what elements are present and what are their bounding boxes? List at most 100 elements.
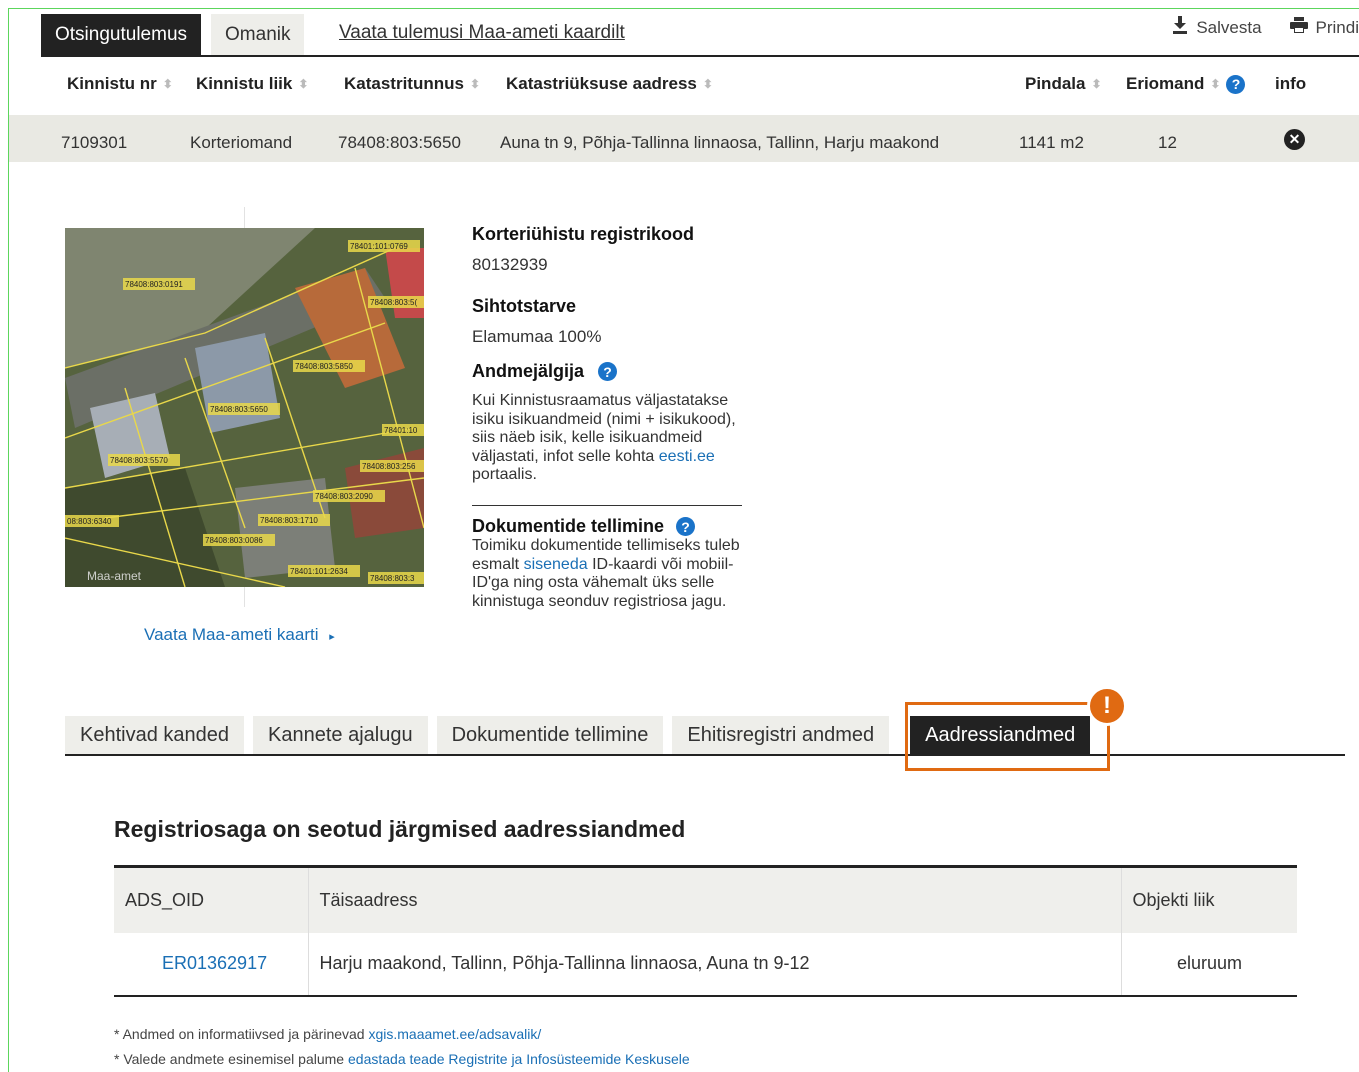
map-parcel-label: 78401:10 — [382, 424, 424, 436]
table-header-row: ADS_OID Täisaadress Objekti liik — [114, 866, 1297, 933]
purpose-value: Elamumaa 100% — [472, 327, 602, 346]
tab-search-results[interactable]: Otsingutulemus — [41, 14, 202, 55]
col-header-ads-oid: ADS_OID — [114, 866, 309, 933]
divider — [472, 505, 742, 506]
printer-icon — [1289, 17, 1308, 38]
svg-text:78408:803:1710: 78408:803:1710 — [260, 516, 318, 525]
cell-area: 1141 m2 — [1019, 133, 1084, 152]
cadastral-map-image[interactable]: 78401:101:0769 78408:803:0191 78408:803:… — [65, 228, 424, 587]
ads-oid-link[interactable]: ER01362917 — [114, 932, 309, 996]
svg-text:78408:803:2090: 78408:803:2090 — [315, 492, 373, 501]
close-icon[interactable]: ✕ — [1284, 129, 1305, 150]
sort-icon: ⬍ — [1091, 77, 1102, 91]
tabs-divider — [65, 754, 1345, 756]
tab-building-register[interactable]: Ehitisregistri andmed — [672, 716, 890, 754]
map-parcel-label: 78408:803:2090 — [313, 490, 385, 502]
reg-code-heading: Korteriühistu registrikood — [472, 224, 695, 244]
tab-current-entries[interactable]: Kehtivad kanded — [65, 716, 245, 754]
map-parcel-label: 78408:803:5( — [368, 296, 424, 308]
login-link[interactable]: siseneda — [524, 556, 588, 573]
svg-text:78408:803:5850: 78408:803:5850 — [295, 362, 353, 371]
cell-cadastral: 78408:803:5650 — [338, 133, 461, 152]
cell-nr: 7109301 — [61, 133, 128, 152]
col-header-type[interactable]: Kinnistu liik ⬍ — [196, 74, 308, 94]
top-divider — [41, 55, 1359, 57]
help-icon[interactable]: ? — [676, 517, 696, 536]
arrow-right-icon: ▸ — [329, 631, 335, 643]
sort-icon: ⬍ — [1210, 77, 1221, 91]
top-tabs: Otsingutulemus Omanik — [41, 14, 305, 55]
cell-share: 12 — [1158, 133, 1177, 152]
col-header-type-label: Kinnistu liik — [196, 74, 293, 93]
svg-text:78401:101:0769: 78401:101:0769 — [350, 242, 408, 251]
tab-owner[interactable]: Omanik — [211, 14, 305, 55]
tab-entries-history[interactable]: Kannete ajalugu — [253, 716, 428, 754]
col-header-area[interactable]: Pindala ⬍ — [1025, 74, 1102, 94]
col-header-share[interactable]: Eriomand ⬍? — [1126, 74, 1246, 94]
map-watermark: Maa-amet — [87, 569, 142, 583]
svg-text:78408:803:5570: 78408:803:5570 — [110, 456, 168, 465]
sort-icon: ⬍ — [162, 77, 173, 91]
print-button[interactable]: Prindi — [1289, 16, 1359, 39]
help-icon[interactable]: ? — [1226, 74, 1246, 94]
sort-icon: ⬍ — [702, 77, 713, 91]
docs-heading-row: Dokumentide tellimine ? — [472, 516, 696, 537]
help-icon[interactable]: ? — [598, 362, 618, 381]
tracker-text-2: portaalis. — [472, 466, 537, 483]
map-parcel-label: 78408:803:3 — [368, 572, 424, 584]
svg-text:78408:803:0191: 78408:803:0191 — [125, 280, 183, 289]
svg-text:08:803:6340: 08:803:6340 — [67, 517, 112, 526]
map-parcel-label: 78401:101:0769 — [348, 240, 420, 252]
top-actions: Salvesta Prindi — [1172, 16, 1359, 39]
footnote-2: * Valede andmete esinemisel palume edast… — [114, 1051, 690, 1067]
tracker-text: Kui Kinnistusraamatus väljastatakse isik… — [472, 392, 747, 485]
tab-document-ordering[interactable]: Dokumentide tellimine — [436, 716, 664, 754]
map-parcel-label: 08:803:6340 — [65, 515, 119, 527]
col-header-cadastral-label: Katastritunnus — [344, 74, 464, 93]
map-parcel-label: 78401:101:2634 — [288, 565, 360, 577]
sort-icon: ⬍ — [298, 77, 309, 91]
col-header-nr-label: Kinnistu nr — [67, 74, 157, 93]
purpose-heading: Sihtotstarve — [472, 296, 577, 316]
cell-address: Auna tn 9, Põhja-Tallinna linnaosa, Tall… — [500, 133, 940, 152]
map-parcel-label: 78408:803:0086 — [203, 534, 275, 546]
col-header-address-label: Katastriüksuse aadress — [506, 74, 697, 93]
cell-full-address: Harju maakond, Tallinn, Põhja-Tallinna l… — [308, 932, 1122, 996]
col-header-full-address: Täisaadress — [308, 866, 1122, 933]
view-maa-amet-map-link[interactable]: Vaata Maa-ameti kaarti ▸ — [144, 625, 335, 645]
svg-text:78408:803:0086: 78408:803:0086 — [205, 536, 263, 545]
footnote-1: * Andmed on informatiivsed ja pärinevad … — [114, 1026, 541, 1042]
highlight-box — [905, 702, 1110, 771]
table-row: ER01362917 Harju maakond, Tallinn, Põhja… — [114, 932, 1297, 996]
section-title: Registriosaga on seotud järgmised aadres… — [114, 816, 686, 842]
map-parcel-label: 78408:803:5570 — [108, 454, 180, 466]
col-header-address[interactable]: Katastriüksuse aadress ⬍ — [506, 74, 713, 94]
col-header-share-label: Eriomand — [1126, 74, 1205, 93]
view-map-link-label: Vaata Maa-ameti kaarti — [144, 625, 319, 644]
col-header-object-type: Objekti liik — [1121, 866, 1297, 933]
save-label: Salvesta — [1196, 17, 1262, 37]
cell-object-type: eluruum — [1176, 953, 1242, 973]
col-header-cadastral[interactable]: Katastritunnus ⬍ — [344, 74, 480, 94]
save-button[interactable]: Salvesta — [1172, 16, 1262, 39]
map-parcel-label: 78408:803:256 — [360, 460, 424, 472]
map-parcel-label: 78408:803:5850 — [293, 360, 365, 372]
map-parcel-label: 78408:803:0191 — [123, 278, 195, 290]
xgis-link[interactable]: xgis.maaamet.ee/adsavalik/ — [368, 1026, 541, 1042]
alert-icon: ! — [1087, 686, 1127, 726]
col-header-nr[interactable]: Kinnistu nr ⬍ — [67, 74, 173, 94]
svg-text:78408:803:5650: 78408:803:5650 — [210, 405, 268, 414]
svg-text:78408:803:5(: 78408:803:5( — [370, 298, 417, 307]
print-label: Prindi — [1315, 17, 1359, 37]
svg-text:78408:803:256: 78408:803:256 — [362, 462, 416, 471]
svg-text:78408:803:3: 78408:803:3 — [370, 574, 415, 583]
cell-type: Korteriomand — [190, 133, 293, 152]
col-header-area-label: Pindala — [1025, 74, 1086, 93]
eesti-ee-link[interactable]: eesti.ee — [659, 448, 715, 465]
address-table: ADS_OID Täisaadress Objekti liik ER01362… — [114, 865, 1297, 997]
view-on-map-link[interactable]: Vaata tulemusi Maa-ameti kaardilt — [339, 22, 625, 44]
report-error-link[interactable]: edastada teade Registrite ja Infosüsteem… — [348, 1051, 690, 1067]
download-icon — [1172, 16, 1188, 39]
footnote-1-text: * Andmed on informatiivsed ja pärinevad — [114, 1026, 365, 1042]
tracker-heading-row: Andmejälgija ? — [472, 361, 618, 382]
